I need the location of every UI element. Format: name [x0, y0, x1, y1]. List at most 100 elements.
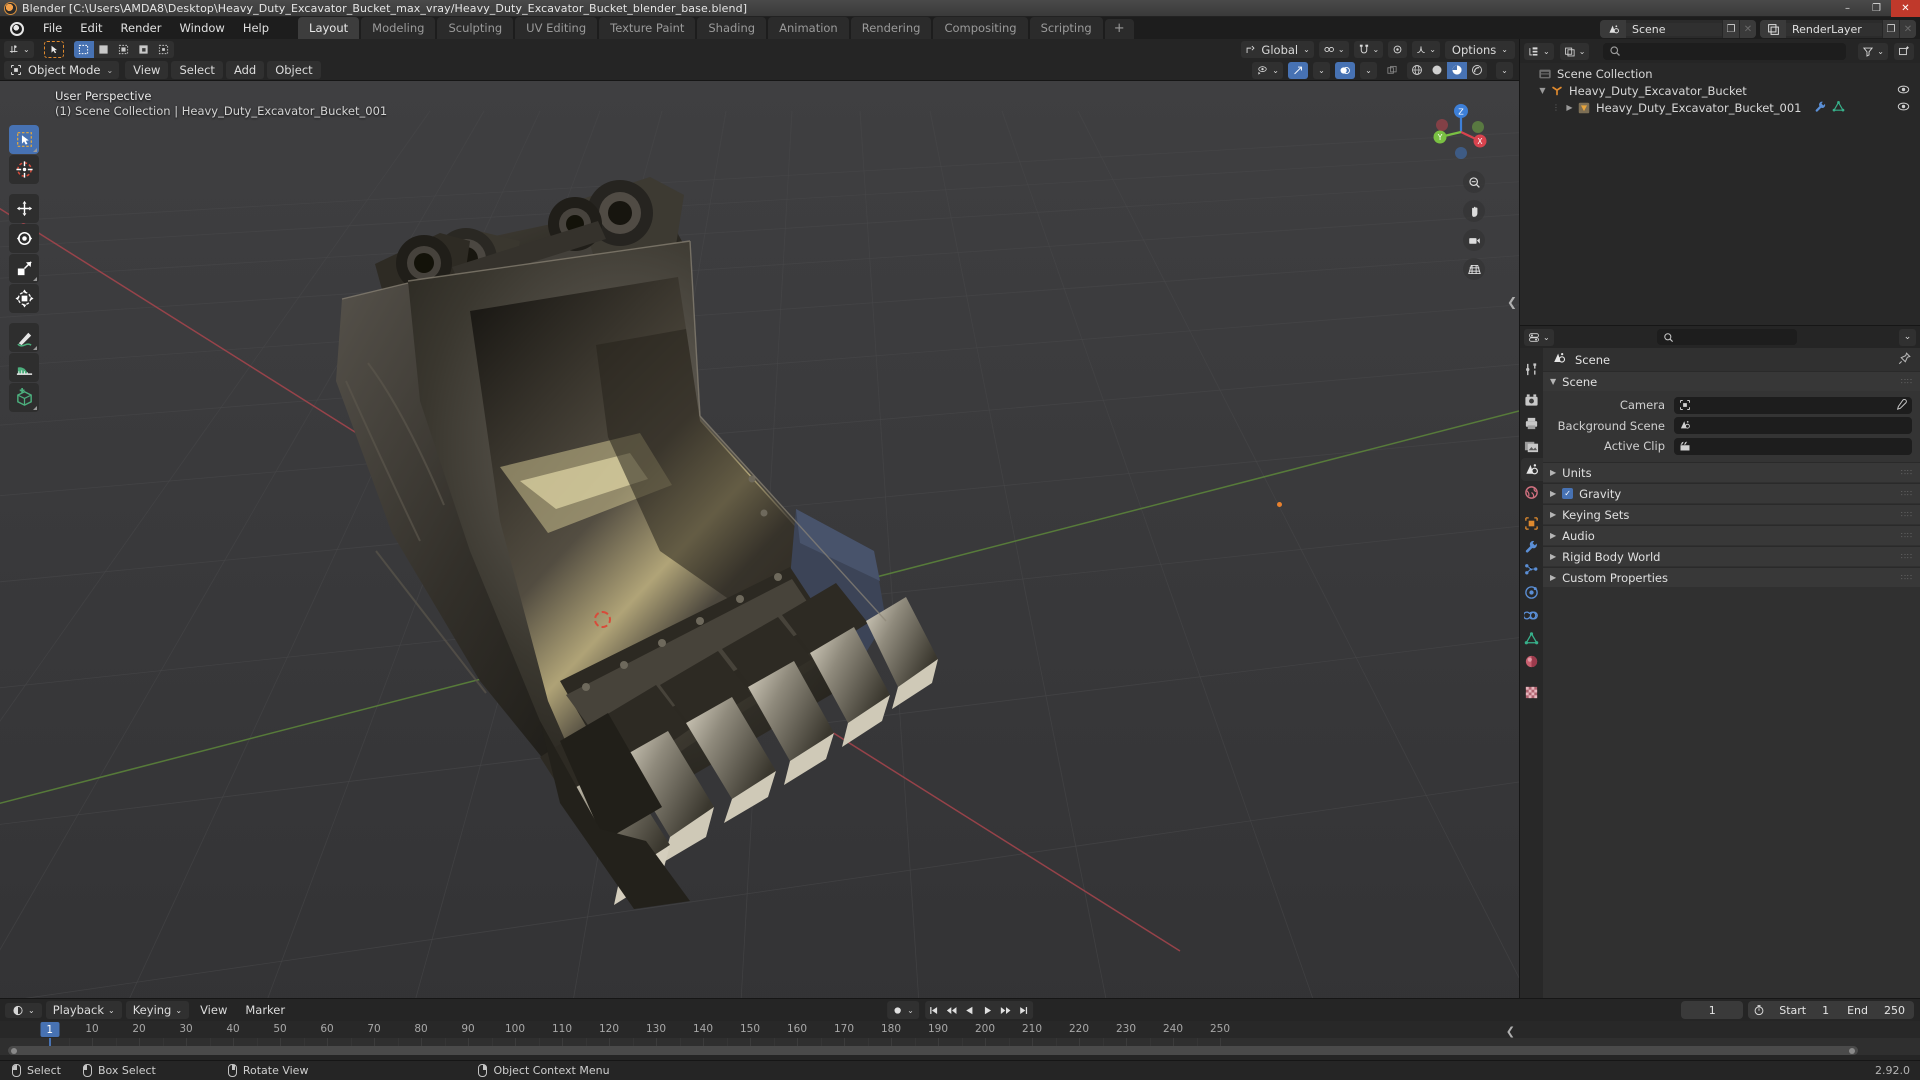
new-viewlayer-button[interactable]: ❐: [1882, 20, 1899, 38]
menu-render[interactable]: Render: [112, 19, 171, 39]
constraints-tab-icon[interactable]: [1521, 604, 1543, 627]
editor-type-dropdown[interactable]: ⌄: [1524, 42, 1554, 60]
expander-icon[interactable]: ▼: [1536, 86, 1549, 95]
workspace-tab-scripting[interactable]: Scripting: [1029, 17, 1103, 39]
blender-menu-icon[interactable]: [10, 22, 24, 36]
hand-icon[interactable]: [1463, 200, 1485, 222]
modifier-wrench-icon[interactable]: [1814, 100, 1827, 116]
start-frame-field[interactable]: Start 1: [1770, 1004, 1838, 1017]
transform-orientation-dropdown[interactable]: Global ⌄: [1241, 41, 1314, 58]
timeline-menu-keying[interactable]: Keying ⌄: [125, 1001, 190, 1019]
zoom-icon[interactable]: [1463, 171, 1485, 193]
active-clip-field[interactable]: [1674, 437, 1912, 455]
workspace-tab-modeling[interactable]: Modeling: [361, 17, 436, 39]
timeline-ruler[interactable]: 10 20 30 40 50 60 70 80 90 100 110 120 130 140 150 160 1…: [0, 1021, 1920, 1038]
xray-toggle-button[interactable]: [1382, 62, 1402, 79]
viewlayer-selector[interactable]: RenderLayer ❐ ✕: [1760, 20, 1916, 38]
tool-rotate[interactable]: [9, 224, 39, 253]
tool-move[interactable]: [9, 194, 39, 223]
select-new-button[interactable]: [73, 41, 94, 58]
shading-options-dropdown[interactable]: ⌄: [1496, 61, 1513, 79]
close-button[interactable]: ✕: [1891, 0, 1920, 17]
output-tab-icon[interactable]: [1521, 412, 1543, 435]
timeline-menu-playback[interactable]: Playback ⌄: [45, 1001, 122, 1019]
tool-measure[interactable]: [9, 353, 39, 382]
outliner-row-mesh[interactable]: ⋮ ▶ Heavy_Duty_Excavator_Bucket_001: [1520, 99, 1920, 116]
viewport-menu-object[interactable]: Object: [267, 61, 321, 79]
timeline-sidebar-collapse-icon[interactable]: ❮: [1506, 1025, 1515, 1038]
keying-sets-panel-header[interactable]: ▶ Keying Sets ∷∷: [1543, 504, 1920, 524]
visibility-eye-icon[interactable]: [1897, 100, 1910, 116]
menu-edit[interactable]: Edit: [71, 19, 111, 39]
new-scene-button[interactable]: ❐: [1722, 20, 1739, 38]
viewport-menu-view[interactable]: View: [125, 61, 169, 79]
modifier-tab-icon[interactable]: [1521, 535, 1543, 558]
custom-properties-panel-header[interactable]: ▶ Custom Properties ∷∷: [1543, 567, 1920, 587]
unlink-scene-button[interactable]: ✕: [1739, 20, 1756, 38]
properties-options-dropdown[interactable]: ⌄: [1898, 328, 1916, 346]
pivot-point-dropdown[interactable]: ⌄: [1318, 41, 1349, 58]
texture-tab-icon[interactable]: [1521, 681, 1543, 704]
jump-to-end-button[interactable]: [1015, 1001, 1033, 1019]
new-collection-button[interactable]: [1894, 42, 1914, 60]
rendered-shading-button[interactable]: [1467, 62, 1487, 79]
select-subtract-button[interactable]: [114, 41, 134, 58]
object-mode-dropdown[interactable]: Object Mode ⌄: [4, 61, 120, 79]
select-invert-button[interactable]: [134, 41, 154, 58]
end-frame-field[interactable]: End 250: [1838, 1004, 1914, 1017]
camera-icon[interactable]: [1463, 229, 1485, 251]
add-workspace-button[interactable]: +: [1104, 19, 1134, 39]
overlay-options-dropdown[interactable]: ⌄: [1360, 61, 1377, 79]
tool-scale[interactable]: [9, 254, 39, 283]
workspace-tab-uv-editing[interactable]: UV Editing: [515, 17, 598, 39]
visibility-eye-icon[interactable]: [1897, 83, 1910, 99]
menu-window[interactable]: Window: [170, 19, 233, 39]
physics-tab-icon[interactable]: [1521, 581, 1543, 604]
object-data-tab-icon[interactable]: [1521, 627, 1543, 650]
play-button[interactable]: [979, 1001, 997, 1019]
grid-icon[interactable]: [1463, 258, 1485, 280]
workspace-tab-shading[interactable]: Shading: [697, 17, 767, 39]
view-layer-tab-icon[interactable]: [1521, 435, 1543, 458]
scene-name[interactable]: Scene: [1626, 22, 1722, 36]
minimize-button[interactable]: –: [1833, 0, 1862, 17]
material-preview-button[interactable]: [1447, 61, 1467, 79]
viewport-options-dropdown[interactable]: Options ⌄: [1444, 40, 1515, 59]
workspace-tab-layout[interactable]: Layout: [298, 17, 360, 39]
snap-toggle-button[interactable]: ⌄: [1353, 41, 1384, 58]
proportional-edit-button[interactable]: [1388, 41, 1408, 58]
viewlayer-name[interactable]: RenderLayer: [1786, 22, 1882, 36]
camera-field[interactable]: [1674, 396, 1912, 414]
properties-search-input[interactable]: [1657, 329, 1798, 345]
tool-cursor[interactable]: [9, 155, 39, 184]
tweak-mode-button[interactable]: [43, 41, 64, 58]
auto-keying-group[interactable]: ⌄: [887, 1001, 919, 1019]
jump-to-next-keyframe-button[interactable]: [997, 1001, 1015, 1019]
jump-to-prev-keyframe-button[interactable]: [943, 1001, 961, 1019]
tool-tab-icon[interactable]: [1521, 358, 1543, 381]
editor-type-dropdown[interactable]: ⌄: [1524, 328, 1554, 346]
wireframe-shading-button[interactable]: [1407, 62, 1427, 79]
gravity-panel-header[interactable]: ▶ ✓ Gravity ∷∷: [1543, 483, 1920, 503]
gizmo-options-dropdown[interactable]: ⌄: [1313, 61, 1330, 79]
playhead-label[interactable]: 1: [40, 1022, 60, 1037]
timeline-editor-type-dropdown[interactable]: ⌄: [5, 1002, 42, 1018]
mesh-triangle-icon[interactable]: [1832, 100, 1845, 116]
timeline-horizontal-scrollbar[interactable]: [8, 1046, 1858, 1055]
maximize-button[interactable]: ❐: [1862, 0, 1891, 17]
tool-annotate[interactable]: [9, 323, 39, 352]
timeline-menu-marker[interactable]: Marker: [238, 1001, 292, 1019]
current-frame-field[interactable]: 1: [1681, 1001, 1744, 1019]
visibility-dropdown[interactable]: ⌄: [1252, 61, 1283, 79]
outliner-display-mode-dropdown[interactable]: ⌄: [1559, 42, 1590, 60]
scene-tab-icon[interactable]: [1520, 458, 1543, 481]
viewport-menu-add[interactable]: Add: [225, 61, 265, 79]
scene-panel-header[interactable]: ▼ Scene ∷∷: [1543, 371, 1920, 391]
gravity-checkbox[interactable]: ✓: [1562, 488, 1574, 499]
workspace-tab-animation[interactable]: Animation: [768, 17, 849, 39]
tool-transform[interactable]: [9, 284, 39, 313]
rigid-body-world-panel-header[interactable]: ▶ Rigid Body World ∷∷: [1543, 546, 1920, 566]
expander-icon[interactable]: ▶: [1563, 103, 1576, 112]
workspace-tab-compositing[interactable]: Compositing: [933, 17, 1028, 39]
outliner-search-input[interactable]: [1603, 42, 1847, 60]
